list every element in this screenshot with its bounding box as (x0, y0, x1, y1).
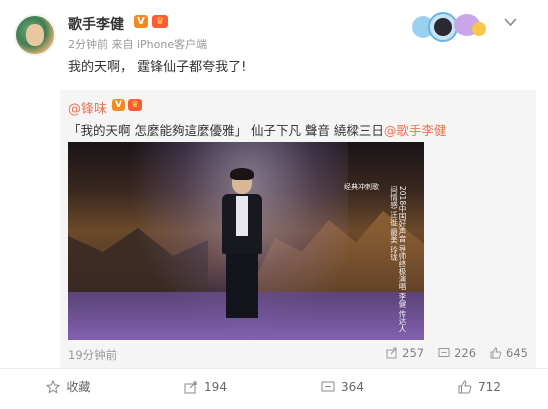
crown-icon[interactable]: ♛ (128, 99, 142, 111)
chevron-down-icon[interactable] (504, 16, 517, 31)
crown-icon[interactable]: ♛ (152, 15, 168, 28)
repost-icon (386, 347, 397, 359)
repost-stat-likes[interactable]: 645 (490, 346, 528, 360)
repost-button[interactable]: 194 (137, 369, 274, 404)
post-meta: 2分钟前 来自 iPhone客户端 (68, 38, 208, 51)
repost-timestamp[interactable]: 19分钟前 (68, 347, 117, 363)
vip-icon[interactable]: V (134, 15, 148, 28)
comment-action-count: 364 (341, 379, 364, 394)
like-action-count: 712 (478, 379, 501, 394)
comment-count: 226 (454, 346, 477, 360)
repost-icon (184, 381, 197, 393)
video-caption-top: 经典冲刺歌 (344, 183, 379, 191)
author-name[interactable]: 歌手李健 (68, 14, 124, 34)
avatar[interactable] (14, 14, 56, 56)
repost-stat-comments[interactable]: 226 (438, 346, 476, 360)
vip-icon[interactable]: V (112, 99, 125, 111)
like-button[interactable]: 712 (411, 369, 548, 404)
favorite-label: 收藏 (66, 380, 91, 394)
repost-text-main: 「我的天啊 怎麼能夠這麼優雅」 仙子下凡 聲音 繞樑三日 (68, 123, 384, 138)
repost-stat-reposts[interactable]: 257 (386, 346, 424, 360)
comment-icon (438, 348, 450, 357)
repost-text: 「我的天啊 怎麼能夠這麼優雅」 仙子下凡 聲音 繞樑三日@歌手李健 (68, 120, 446, 139)
comment-icon (321, 381, 335, 391)
video-player[interactable]: 经典冲刺歌 2018中国好声音 导师终极演唱 李健 传达人间情感 迁徙 最美 玲… (68, 142, 424, 340)
comment-button[interactable]: 364 (274, 369, 411, 404)
repost-author[interactable]: @锋味 (68, 98, 107, 117)
star-icon (46, 379, 61, 394)
repost-action-count: 194 (204, 379, 227, 394)
video-caption: 2018中国好声音 导师终极演唱 李健 传达人间情感 迁徙 最美 玲珑 (389, 186, 408, 333)
repost-card: @锋味 V ♛ 「我的天啊 怎麼能夠這麼優雅」 仙子下凡 聲音 繞樑三日@歌手李… (60, 90, 536, 368)
thumbs-up-icon (490, 347, 502, 359)
repost-count: 257 (402, 346, 425, 360)
repost-stats: 257 226 645 (386, 346, 528, 360)
action-bar: 收藏 194 364 712 (0, 368, 548, 404)
post-header: 歌手李健 V ♛ 2分钟前 来自 iPhone客户端 我的天啊， 霆锋仙子都夸我… (0, 0, 548, 90)
like-count: 645 (506, 346, 528, 360)
favorite-button[interactable]: 收藏 (0, 369, 137, 404)
decorative-sticker-icon (412, 10, 492, 44)
thumbs-up-icon (458, 379, 472, 393)
mention-link[interactable]: @歌手李健 (384, 123, 447, 138)
singer-figure (216, 168, 268, 320)
post-text: 我的天啊， 霆锋仙子都夸我了! (68, 60, 247, 75)
